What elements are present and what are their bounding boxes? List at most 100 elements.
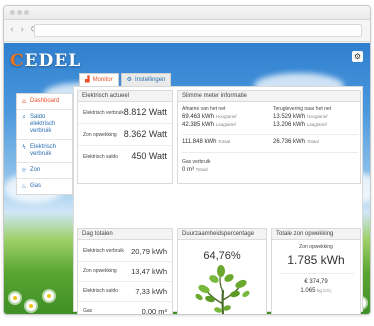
screenshot-frame: ‹ › ⟳ CEDEL ⚙ ⌂ Dashboard ⚡ Saldo elektr… [0, 0, 374, 326]
sidebar-item-dashboard[interactable]: ⌂ Dashboard [17, 94, 72, 110]
tariff-label: Laagtarief [215, 122, 236, 127]
table-row: Zon opwekking 13,47 kWh [78, 260, 172, 282]
panel-duurzaamheid: Duurzaamheidspercentage 64,76% [177, 228, 267, 314]
table-row: Gas 0,00 m³ [78, 300, 172, 315]
zon-co2: 1.065 kg CO₂ [272, 288, 360, 294]
tab-instellingen[interactable]: ⚙ Instellingen [120, 73, 172, 86]
afname-label: Afname van het net [182, 106, 226, 112]
sidebar-item-label: Saldo elektrisch verbruik [30, 114, 56, 134]
panel-dag-totalen: Dag totalen Elektrisch verbruik 20,79 kW… [77, 228, 173, 315]
zon-money-value: € 374,79 [304, 279, 328, 285]
sidebar-item-saldo[interactable]: ⚡ Saldo elektrisch verbruik [17, 110, 72, 140]
tariff-label: Laagtarief [306, 122, 327, 127]
row-label: Elektrisch verbruik [83, 248, 124, 254]
daisy [26, 301, 36, 311]
kwh-value: 26.736 kWh [273, 139, 306, 145]
afname-laag-value: 42.385 kWh Laagtarief [182, 122, 236, 128]
row-value: 8.362 Watt [123, 129, 167, 139]
kwh-value: 13.206 kWh [273, 122, 306, 128]
zon-subtitle: Zon opwekking [299, 244, 333, 250]
address-bar[interactable] [34, 24, 362, 37]
tab-label: Instellingen [135, 77, 166, 83]
table-row: Elektrisch verbruik 20,79 kWh [78, 240, 172, 262]
row-value: 20,79 kWh [131, 247, 167, 256]
plant-icon [195, 265, 250, 314]
daisy [44, 291, 54, 301]
divider [280, 273, 354, 274]
afname-hoog-value: 69.463 kWh Hoogtarief [182, 114, 236, 120]
logo-text: EDEL [24, 51, 82, 71]
browser-title-bar [4, 6, 370, 20]
teruglevering-total: 26.736 kWh Totaal [273, 139, 319, 145]
row-value: 450 Watt [131, 151, 167, 161]
row-label: Elektrisch verbruik [83, 110, 124, 116]
plug-icon: ⚡ [21, 114, 27, 121]
gas-total: 0 m³ Totaal [182, 167, 208, 173]
row-value: 7,33 kWh [135, 287, 167, 296]
settings-gear-button[interactable]: ⚙ [352, 51, 363, 62]
bolt-icon: ϟ [22, 144, 26, 151]
total-label: Totaal [195, 167, 208, 172]
sidebar-item-label: Zon [30, 167, 41, 173]
kwh-value: 111.848 kWh [182, 139, 217, 145]
tab-bar: ▟ Monitor ⚙ Instellingen [79, 73, 172, 86]
flame-icon: ♨ [21, 183, 27, 190]
afname-total: 111.848 kWh Totaal [182, 139, 230, 145]
total-label: Totaal [306, 139, 319, 144]
zon-total-value: 1.785 kWh [287, 253, 345, 267]
browser-window: ‹ › ⟳ CEDEL ⚙ ⌂ Dashboard ⚡ Saldo elektr… [3, 5, 371, 315]
sidebar-item-elektrisch[interactable]: ϟ Elektrisch verbruik [17, 140, 72, 163]
sidebar-item-gas[interactable]: ♨ Gas [17, 179, 72, 194]
sidebar-item-zon[interactable]: ☼ Zon [17, 163, 72, 179]
gear-icon: ⚙ [353, 52, 362, 61]
row-value: 8.812 Watt [123, 107, 167, 117]
divider [182, 152, 358, 153]
total-label: Totaal [218, 139, 231, 144]
teruglevering-laag-value: 13.206 kWh Laagtarief [273, 122, 327, 128]
gear-icon: ⚙ [126, 77, 133, 83]
cedel-logo[interactable]: CEDEL [10, 51, 81, 71]
gas-value: 0 m³ [182, 167, 194, 173]
sidebar-item-label: Gas [30, 183, 42, 189]
tab-monitor[interactable]: ▟ Monitor [79, 73, 119, 86]
window-dot [10, 10, 15, 15]
divider [182, 134, 358, 135]
window-dot [17, 10, 22, 15]
panel-title: Slimme meter informatie [178, 91, 360, 102]
teruglevering-hoog-value: 13.529 kWh Hoogtarief [273, 114, 327, 120]
chart-icon: ▟ [85, 77, 90, 83]
browser-nav-bar: ‹ › ⟳ [4, 20, 370, 42]
monitor-content: Elektrisch actueel Elektrisch verbruik 8… [73, 86, 363, 315]
row-label: Gas [83, 308, 93, 314]
table-row: Zon opwekking 8.362 Watt [78, 124, 172, 146]
gas-label: Gas verbruik [182, 159, 211, 165]
table-row: Elektrisch saldo 7,33 kWh [78, 280, 172, 302]
co2-value: 1.065 [300, 288, 316, 294]
teruglevering-label: Teruglevering naar het net [273, 106, 332, 112]
table-row: Elektrisch verbruik 8.812 Watt [78, 102, 172, 124]
page-viewport: CEDEL ⚙ ⌂ Dashboard ⚡ Saldo elektrisch v… [4, 43, 370, 315]
panel-title: Elektrisch actueel [78, 91, 172, 102]
table-row: Elektrisch saldo 450 Watt [78, 146, 172, 168]
panel-title: Duurzaamheidspercentage [178, 229, 266, 240]
row-value: 13,47 kWh [131, 267, 167, 276]
kwh-value: 13.529 kWh [273, 114, 306, 120]
logo-c: C [10, 51, 25, 71]
row-value: 0,00 m³ [141, 307, 167, 315]
row-label: Zon opwekking [83, 268, 117, 274]
kwh-value: 69.463 kWh [182, 114, 215, 120]
sustainability-percentage: 64,76% [203, 250, 241, 262]
daisy [10, 293, 20, 303]
row-label: Elektrisch saldo [83, 288, 119, 294]
panel-slimme-meter: Slimme meter informatie Afname van het n… [177, 90, 361, 184]
sidebar-item-label: Dashboard [30, 98, 60, 104]
sidebar-item-label: Elektrisch verbruik [30, 144, 57, 157]
panel-title: Totale zon opwekking [272, 229, 360, 240]
sidebar-nav: ⌂ Dashboard ⚡ Saldo elektrisch verbruik … [16, 93, 73, 195]
window-dot [24, 10, 29, 15]
sun-icon: ☼ [21, 167, 27, 174]
row-label: Zon opwekking [83, 132, 117, 138]
home-icon: ⌂ [22, 98, 26, 105]
kwh-value: 42.385 kWh [182, 122, 215, 128]
tariff-label: Hoogtarief [215, 114, 237, 119]
